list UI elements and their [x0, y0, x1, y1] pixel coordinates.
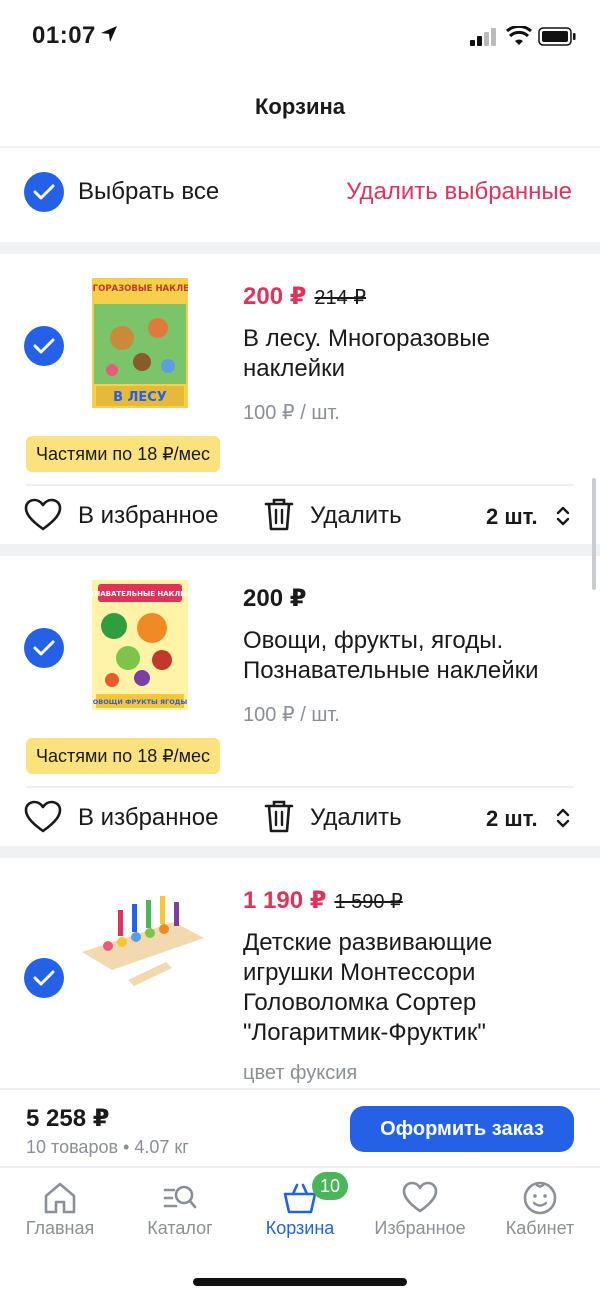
- chevron-updown-icon[interactable]: [556, 505, 570, 527]
- installment-badge[interactable]: Частями по 18 ₽/мес: [26, 738, 221, 774]
- trash-icon[interactable]: [264, 798, 294, 834]
- battery-icon: [538, 27, 576, 46]
- color-option: цвет фуксия: [243, 1062, 358, 1084]
- cover-title: МНОГОРАЗОВЫЕ НАКЛЕЙКИ: [92, 282, 188, 294]
- section-gap: [0, 242, 600, 254]
- product-name[interactable]: Овощи, фрукты, ягоды. Познавательные нак…: [243, 626, 563, 686]
- installment-badge[interactable]: Частями по 18 ₽/мес: [26, 436, 221, 472]
- checkmark-icon: [33, 184, 55, 200]
- total-price: 5 258 ₽: [26, 1105, 110, 1132]
- product-name[interactable]: Детские развивающие игрушки Монтессори Г…: [243, 928, 563, 1048]
- select-all-row: Выбрать все Удалить выбранные: [0, 150, 600, 242]
- scrollbar[interactable]: [592, 478, 596, 590]
- item-checkbox[interactable]: [24, 326, 64, 366]
- old-price: 1 590 ₽: [334, 891, 403, 913]
- order-summary-bar: 5 258 ₽ 10 товаров • 4.07 кг Оформить за…: [0, 1088, 600, 1166]
- tab-label: Каталог: [147, 1218, 213, 1238]
- quantity-selector[interactable]: 2 шт.: [486, 504, 538, 530]
- delete-item-button[interactable]: Удалить: [310, 502, 402, 530]
- trash-icon[interactable]: [264, 496, 294, 532]
- old-price: 214 ₽: [314, 287, 367, 309]
- item-checkbox[interactable]: [24, 958, 64, 998]
- tab-profile[interactable]: Кабинет: [480, 1168, 600, 1248]
- status-time: 01:07: [32, 22, 96, 49]
- heart-icon[interactable]: [24, 800, 62, 834]
- cover-title: ПОЗНАВАТЕЛЬНЫЕ НАКЛЕЙКИ: [92, 589, 188, 598]
- item-divider: [26, 484, 574, 486]
- cover-bottom-text: ОВОЩИ ФРУКТЫ ЯГОДЫ: [93, 698, 188, 706]
- cover-bottom-text: В ЛЕСУ: [113, 390, 167, 405]
- quantity-selector[interactable]: 2 шт.: [486, 806, 538, 832]
- product-image[interactable]: ПОЗНАВАТЕЛЬНЫЕ НАКЛЕЙКИ ОВОЩИ ФРУКТЫ ЯГО…: [92, 580, 188, 710]
- current-price: 200 ₽: [243, 283, 307, 310]
- price-row: 1 190 ₽ 1 590 ₽: [243, 886, 403, 915]
- status-bar: 01:07: [0, 0, 600, 72]
- section-gap: [0, 846, 600, 858]
- cellular-signal-icon: [470, 28, 496, 46]
- price-row: 200 ₽ 214 ₽: [243, 282, 366, 311]
- tab-catalog[interactable]: Каталог: [120, 1168, 240, 1248]
- checkmark-icon: [33, 338, 55, 354]
- cart-item: МНОГОРАЗОВЫЕ НАКЛЕЙКИ В ЛЕСУ 200 ₽ 214 ₽…: [0, 254, 600, 544]
- delete-selected-button[interactable]: Удалить выбранные: [346, 178, 572, 206]
- heart-icon: [402, 1181, 438, 1213]
- add-to-favorites-button[interactable]: В избранное: [78, 502, 218, 530]
- add-to-favorites-button[interactable]: В избранное: [78, 804, 218, 832]
- cart-count-badge: 10: [312, 1172, 348, 1200]
- header-divider: [0, 146, 600, 148]
- checkout-button[interactable]: Оформить заказ: [350, 1106, 574, 1152]
- price-row: 200 ₽: [243, 584, 306, 613]
- home-indicator: [193, 1278, 407, 1286]
- tab-home[interactable]: Главная: [0, 1168, 120, 1248]
- tab-label: Кабинет: [505, 1218, 575, 1238]
- catalog-search-icon: [163, 1185, 197, 1209]
- checkmark-icon: [33, 640, 55, 656]
- cart-item: ПОЗНАВАТЕЛЬНЫЕ НАКЛЕЙКИ ОВОЩИ ФРУКТЫ ЯГО…: [0, 556, 600, 846]
- home-icon: [44, 1182, 76, 1214]
- tab-favorites[interactable]: Избранное: [360, 1168, 480, 1248]
- delete-item-button[interactable]: Удалить: [310, 804, 402, 832]
- chevron-updown-icon[interactable]: [556, 807, 570, 829]
- item-checkbox[interactable]: [24, 628, 64, 668]
- product-name[interactable]: В лесу. Многоразовые наклейки: [243, 324, 563, 384]
- tab-label: Избранное: [374, 1218, 466, 1238]
- section-gap: [0, 544, 600, 556]
- current-price: 1 190 ₽: [243, 887, 327, 914]
- product-image[interactable]: [78, 892, 208, 992]
- select-all-checkbox[interactable]: [24, 172, 64, 212]
- select-all-label[interactable]: Выбрать все: [78, 178, 219, 206]
- profile-face-icon: [523, 1181, 557, 1215]
- wifi-icon: [506, 26, 532, 45]
- unit-price: 100 ₽ / шт.: [243, 704, 340, 726]
- current-price: 200 ₽: [243, 585, 307, 612]
- checkmark-icon: [33, 970, 55, 986]
- cart-item: 1 190 ₽ 1 590 ₽ Детские развивающие игру…: [0, 858, 600, 1088]
- heart-icon[interactable]: [24, 498, 62, 532]
- location-arrow-icon: [101, 26, 117, 42]
- unit-price: 100 ₽ / шт.: [243, 402, 340, 424]
- product-image[interactable]: МНОГОРАЗОВЫЕ НАКЛЕЙКИ В ЛЕСУ: [92, 278, 188, 408]
- tab-label: Корзина: [265, 1218, 335, 1238]
- tab-label: Главная: [25, 1218, 95, 1238]
- item-divider: [26, 786, 574, 788]
- order-details: 10 товаров • 4.07 кг: [26, 1137, 189, 1157]
- page-title: Корзина: [255, 94, 345, 119]
